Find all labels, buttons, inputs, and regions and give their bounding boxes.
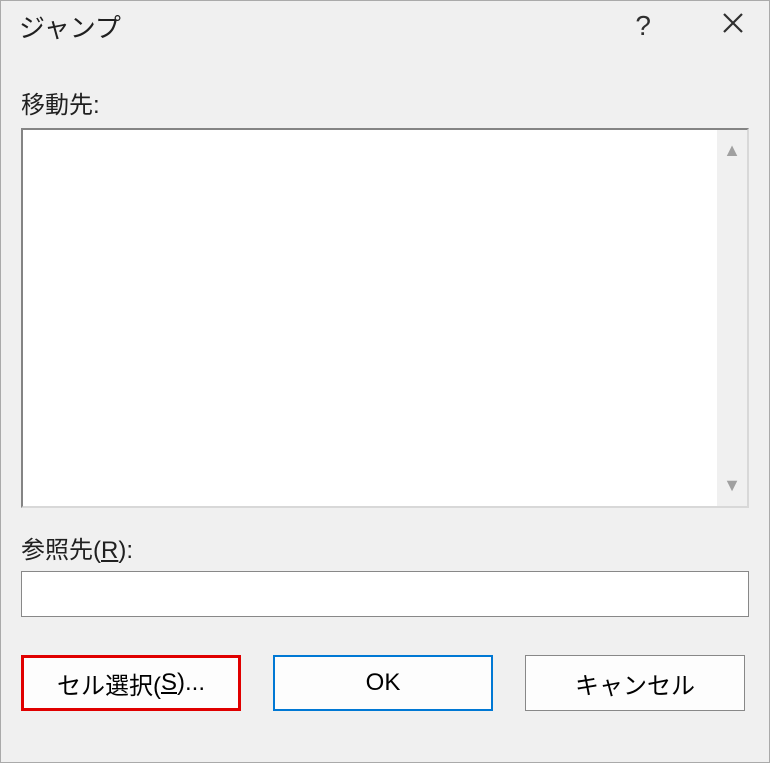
goto-label: 移動先: (21, 85, 749, 120)
ok-button[interactable]: OK (273, 655, 493, 711)
goto-listbox-container: ▲ ▼ (21, 128, 749, 508)
cancel-button[interactable]: キャンセル (525, 655, 745, 711)
scroll-down-icon[interactable]: ▼ (723, 475, 741, 496)
scrollbar[interactable]: ▲ ▼ (717, 130, 747, 506)
dialog-content: 移動先: ▲ ▼ 参照先(R): 参照先(R): セル選択(S)... OK キ… (1, 61, 769, 762)
dialog-title: ジャンプ (19, 8, 625, 45)
special-button[interactable]: セル選択(S)... (21, 655, 241, 711)
close-icon[interactable] (711, 11, 755, 42)
titlebar: ジャンプ ? (1, 1, 769, 61)
goto-listbox[interactable] (23, 130, 717, 506)
reference-input[interactable] (21, 571, 749, 617)
help-icon[interactable]: ? (625, 10, 661, 42)
titlebar-controls: ? (625, 10, 755, 42)
scroll-up-icon[interactable]: ▲ (723, 140, 741, 161)
goto-dialog: ジャンプ ? 移動先: ▲ ▼ 参照先(R): 参照先(R): セル選択(S).… (0, 0, 770, 763)
button-row: セル選択(S)... OK キャンセル (21, 655, 749, 731)
reference-label: 参照先(R): 参照先(R): (21, 530, 749, 565)
